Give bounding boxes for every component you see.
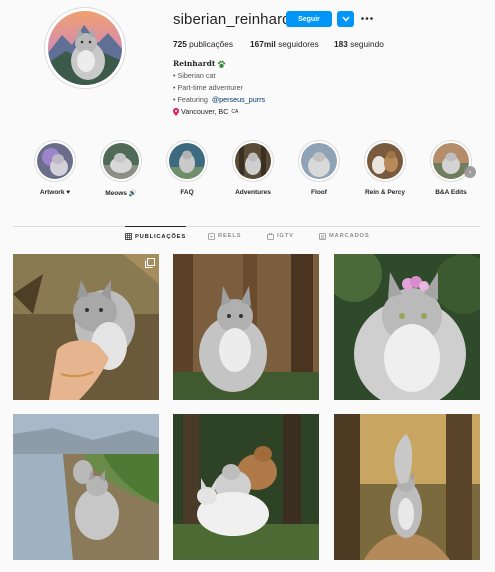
paw-icon xyxy=(218,60,226,68)
highlight-before-after-edits[interactable]: B&A Edits xyxy=(416,140,486,196)
tab-label: IGTV xyxy=(277,233,294,239)
avatar-ring[interactable] xyxy=(44,7,126,89)
post-thumbnail[interactable] xyxy=(173,414,319,560)
highlight-faq[interactable]: FAQ xyxy=(152,140,222,196)
follow-button[interactable]: Seguir xyxy=(286,11,332,27)
stat-following[interactable]: 183 seguindo xyxy=(334,39,384,49)
highlight-label: Meows 🔊 xyxy=(105,190,137,197)
tab-label: REELS xyxy=(218,233,242,239)
ellipsis-icon xyxy=(361,16,373,20)
highlight-label: FAQ xyxy=(180,189,194,196)
highlight-floof[interactable]: Floof xyxy=(284,140,354,196)
chevron-right-icon: › xyxy=(468,168,472,176)
post-thumbnail[interactable] xyxy=(334,414,480,560)
bio-location-line: Vancouver, BC CA xyxy=(173,106,393,118)
bio-name: Reinhardt xyxy=(173,59,216,68)
tagged-icon xyxy=(319,232,326,240)
highlight-rein-and-percy[interactable]: Rein & Percy xyxy=(350,140,420,196)
profile-username: siberian_reinhardt xyxy=(173,11,295,28)
post-thumbnail[interactable] xyxy=(334,254,480,400)
profile-tabs: PUBLICAÇÕES REELS IGTV MARCADOS xyxy=(13,226,480,246)
followers-label: seguidores xyxy=(278,39,319,49)
tab-label: MARCADOS xyxy=(329,233,370,239)
following-count: 183 xyxy=(334,39,348,49)
highlights-next-button[interactable]: › xyxy=(464,166,476,178)
tab-igtv[interactable]: IGTV xyxy=(267,226,294,246)
chevron-down-icon xyxy=(341,16,350,22)
highlight-thumbnail xyxy=(169,143,205,179)
avatar[interactable] xyxy=(48,11,122,85)
bio-country-code: CA xyxy=(231,109,239,115)
profile-bio: Reinhardt • Siberian cat • Part-time adv… xyxy=(173,58,393,118)
bio-featuring-line: • Featuring @perseus_purrs xyxy=(173,94,393,106)
highlight-ring xyxy=(100,140,142,182)
tab-label: PUBLICAÇÕES xyxy=(135,233,186,240)
highlight-label: Artwork ♥ xyxy=(39,189,71,196)
bio-mention-link[interactable]: @perseus_purrs xyxy=(212,94,265,106)
tab-posts[interactable]: PUBLICAÇÕES xyxy=(125,226,186,246)
story-highlights: Artwork ♥ Meows 🔊 FAQ Adventures Floof R… xyxy=(0,140,495,210)
bio-location: Vancouver, BC xyxy=(181,107,229,116)
multiple-photos-icon xyxy=(145,258,155,268)
grid-icon xyxy=(125,233,132,240)
bio-name-row: Reinhardt xyxy=(173,58,393,70)
followers-count: 167mil xyxy=(250,39,276,49)
highlight-label: Adventures xyxy=(235,189,271,196)
profile-header: siberian_reinhardt Seguir 725 publicaçõe… xyxy=(0,0,495,130)
highlight-adventures[interactable]: Adventures xyxy=(218,140,288,196)
highlight-thumbnail xyxy=(103,143,139,179)
posts-label: publicações xyxy=(189,39,233,49)
stat-followers[interactable]: 167mil seguidores xyxy=(250,39,319,49)
bio-line: • Siberian cat xyxy=(173,71,216,80)
highlight-thumbnail xyxy=(301,143,337,179)
posts-count: 725 xyxy=(173,39,187,49)
post-thumbnail[interactable] xyxy=(13,414,159,560)
highlight-ring xyxy=(364,140,406,182)
highlight-ring xyxy=(166,140,208,182)
suggestions-dropdown-button[interactable] xyxy=(337,11,354,27)
more-options-button[interactable] xyxy=(360,10,374,26)
reels-icon xyxy=(208,232,215,240)
highlight-ring xyxy=(298,140,340,182)
highlight-ring xyxy=(34,140,76,182)
tab-reels[interactable]: REELS xyxy=(208,226,241,246)
post-thumbnail[interactable] xyxy=(173,254,319,400)
stat-posts: 725 publicações xyxy=(173,39,233,49)
highlight-label: Rein & Percy xyxy=(364,189,406,196)
bio-featuring-prefix: • Featuring xyxy=(173,95,210,104)
highlight-thumbnail xyxy=(37,143,73,179)
highlight-thumbnail xyxy=(367,143,403,179)
following-label: seguindo xyxy=(350,39,384,49)
highlight-meows[interactable]: Meows 🔊 xyxy=(86,140,156,197)
highlight-artwork[interactable]: Artwork ♥ xyxy=(20,140,90,196)
post-thumbnail[interactable] xyxy=(13,254,159,400)
highlight-ring xyxy=(232,140,274,182)
highlight-label: Floof xyxy=(311,189,327,196)
highlight-thumbnail xyxy=(235,143,271,179)
highlight-label: B&A Edits xyxy=(435,189,467,196)
location-pin-icon xyxy=(173,108,179,116)
tab-tagged[interactable]: MARCADOS xyxy=(319,226,370,246)
igtv-icon xyxy=(267,232,274,240)
bio-line: • Part-time adventurer xyxy=(173,83,244,92)
